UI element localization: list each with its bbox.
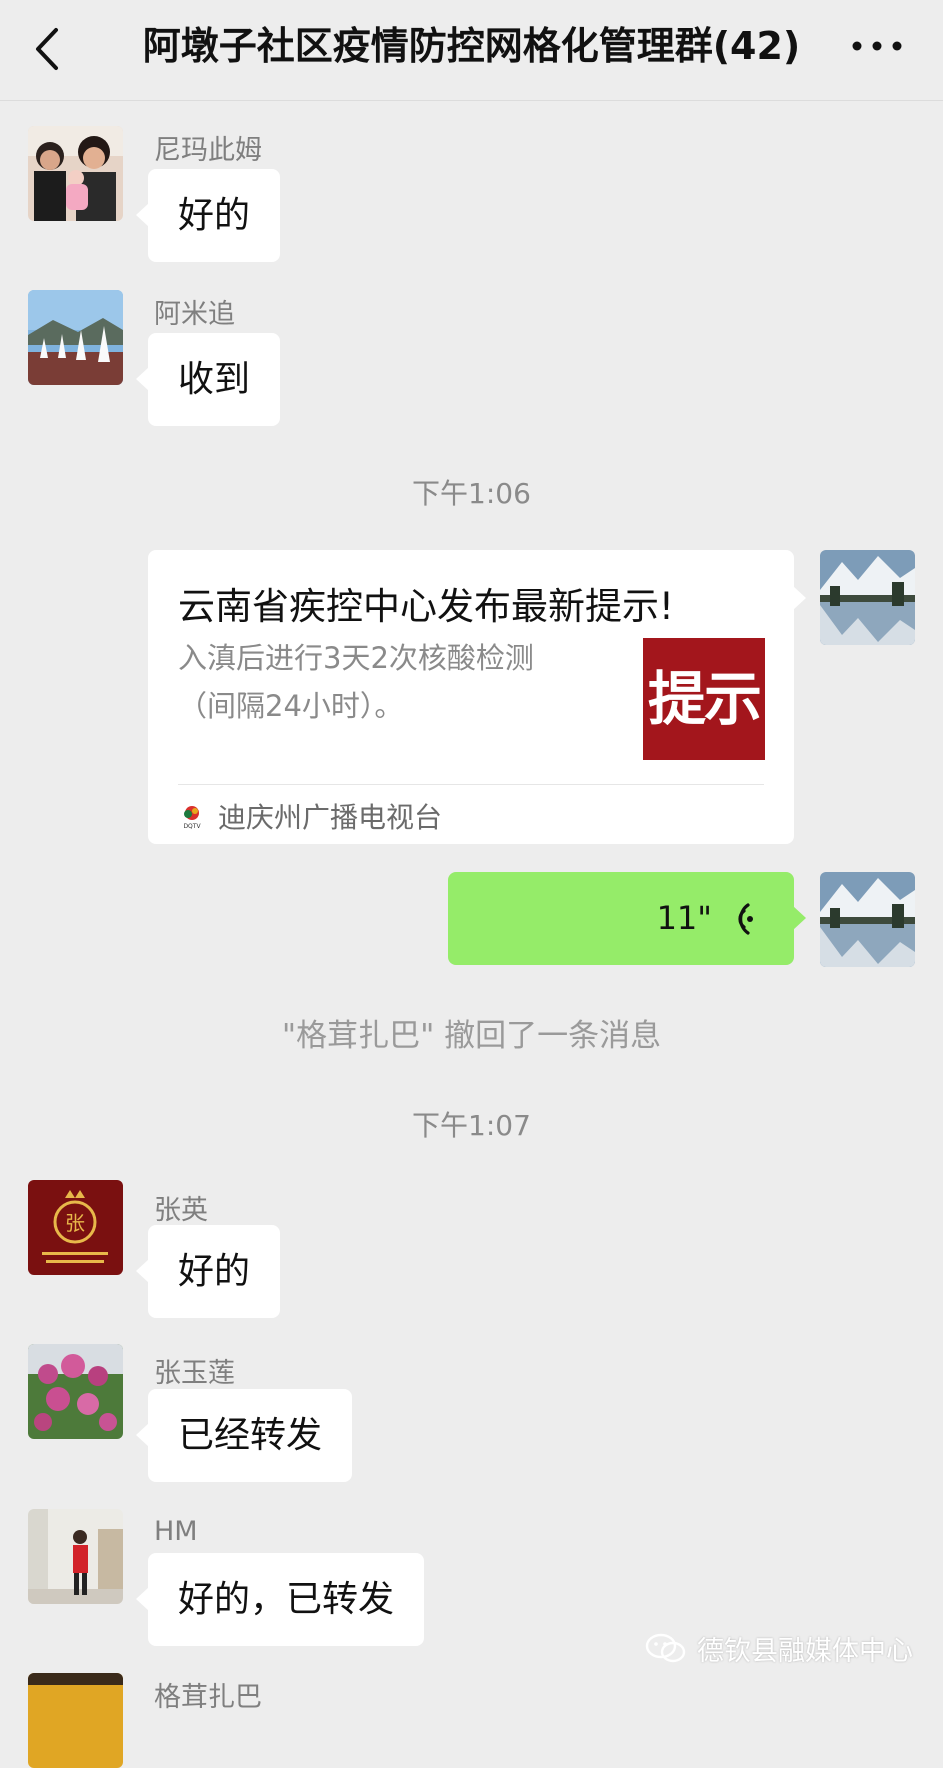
voice-message[interactable]: 11" (448, 872, 806, 965)
sender-name: HM (154, 1516, 198, 1547)
message-bubble[interactable]: 好的，已转发 (135, 1553, 425, 1646)
watermark-text: 德钦县融媒体中心 (697, 1635, 913, 1667)
source-logo-text: DQTV (183, 823, 201, 830)
watermark: 德钦县融媒体中心 (645, 1626, 913, 1670)
chevron-left-icon (36, 28, 58, 70)
message-bubble[interactable]: 已经转发 (135, 1389, 353, 1482)
recall-notice: "格茸扎巴" 撤回了一条消息 (281, 1018, 662, 1054)
avatar-photo (820, 872, 915, 967)
card-desc-line: （间隔24小时）。 (178, 689, 404, 723)
timestamp: 下午1:07 (412, 1109, 531, 1142)
message-bubble[interactable]: 收到 (135, 333, 281, 426)
sender-name: 阿米追 (154, 299, 235, 330)
more-dots-icon (852, 41, 902, 51)
avatar-self[interactable] (820, 550, 915, 645)
link-card[interactable]: 云南省疾控中心发布最新提示! 入滇后进行3天2次核酸检测 （间隔24小时）。 提… (148, 550, 806, 844)
avatar-photo (28, 1344, 123, 1439)
avatar-amizhui[interactable] (28, 290, 123, 385)
sender-name: 尼玛此姆 (154, 135, 262, 166)
card-thumbnail: 提示 (643, 638, 765, 760)
avatar-photo (28, 1509, 123, 1604)
card-description: 入滇后进行3天2次核酸检测 （间隔24小时）。 (178, 634, 598, 730)
chat-title: 阿墩子社区疫情防控网格化管理群(42) (142, 24, 801, 68)
card-title: 云南省疾控中心发布最新提示! (178, 585, 674, 628)
voice-wave-icon (738, 903, 753, 935)
card-divider (178, 784, 764, 785)
avatar-gerongzhaba[interactable] (28, 1673, 123, 1768)
message-bubble[interactable]: 好的 (135, 169, 281, 262)
avatar-hm[interactable] (28, 1509, 123, 1604)
avatar-self[interactable] (820, 872, 915, 967)
sender-name: 张玉莲 (154, 1358, 235, 1389)
chat-header: 阿墩子社区疫情防控网格化管理群(42) (0, 0, 943, 101)
avatar-photo (28, 126, 123, 221)
message-bubble[interactable]: 好的 (135, 1225, 281, 1318)
wechat-icon (645, 1633, 686, 1663)
source-name: 迪庆州广播电视台 (218, 801, 443, 834)
card-desc-line: 入滇后进行3天2次核酸检测 (178, 641, 534, 675)
avatar-photo: 张 (28, 1180, 123, 1275)
avatar-zhangyulian[interactable] (28, 1344, 123, 1439)
sender-name: 张英 (154, 1195, 208, 1226)
avatar-zhangying[interactable]: 张 (28, 1180, 123, 1275)
avatar-photo (28, 1673, 123, 1768)
avatar-nimacimu[interactable] (28, 126, 123, 221)
more-button[interactable] (847, 26, 907, 66)
timestamp: 下午1:06 (412, 477, 531, 510)
source-logo-icon: DQTV (183, 806, 201, 830)
avatar-photo (820, 550, 915, 645)
voice-duration: 11" (656, 899, 712, 937)
sender-name: 格茸扎巴 (154, 1682, 262, 1713)
back-button[interactable] (28, 22, 68, 76)
avatar-text: 张 (65, 1211, 85, 1235)
card-source: DQTV 迪庆州广播电视台 (178, 794, 442, 838)
avatar-photo (28, 290, 123, 385)
